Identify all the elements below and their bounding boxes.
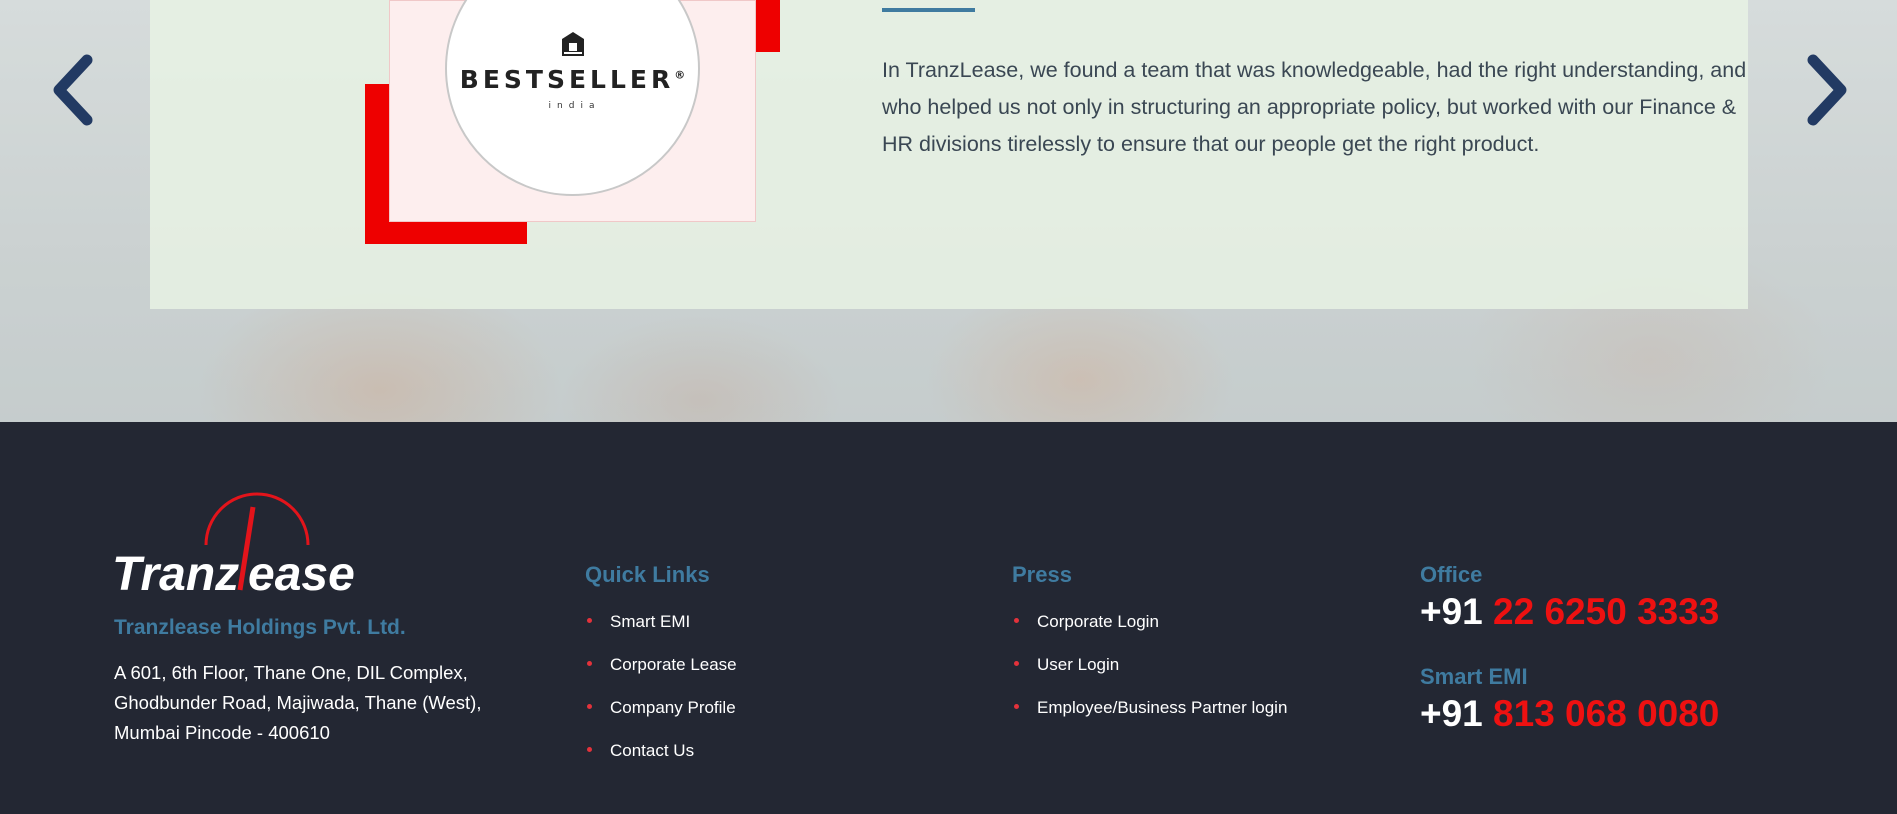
smart-emi-label: Smart EMI (1420, 664, 1528, 689)
quick-links-title: Quick Links (585, 562, 710, 587)
testimonial-quote: In TranzLease, we found a team that was … (882, 58, 1747, 156)
quote-divider (882, 8, 975, 12)
press-link-partner-login[interactable]: Employee/Business Partner login (1012, 698, 1287, 741)
slider-prev-button[interactable] (45, 50, 105, 130)
address-line: Ghodbunder Road, Majiwada, Thane (West), (114, 692, 482, 713)
site-footer: Tranz ease Tranzlease Holdings Pvt. Ltd.… (0, 422, 1897, 814)
svg-text:Tranz: Tranz (112, 548, 239, 597)
press-link-corporate-login[interactable]: Corporate Login (1012, 612, 1287, 655)
client-logo-wordmark: BESTSELLER® (459, 65, 690, 94)
testimonial-slider: BESTSELLER® india In TranzLease, we foun… (0, 0, 1897, 422)
phone-country-code: +91 (1420, 591, 1483, 632)
phone-country-code: +91 (1420, 693, 1483, 734)
company-address: A 601, 6th Floor, Thane One, DIL Complex… (114, 658, 534, 748)
quick-link-contact-us[interactable]: Contact Us (585, 741, 737, 784)
house-icon (562, 32, 584, 56)
phone-number: 22 6250 3333 (1493, 591, 1720, 632)
client-logo-subtext: india (548, 101, 601, 111)
phone-number: 813 068 0080 (1493, 693, 1720, 734)
quick-links-list: Smart EMI Corporate Lease Company Profil… (585, 612, 737, 784)
quick-link-smart-emi[interactable]: Smart EMI (585, 612, 737, 655)
tranzlease-logo[interactable]: Tranz ease (112, 487, 367, 597)
client-logo: BESTSELLER® india (445, 0, 700, 196)
slider-next-button[interactable] (1795, 50, 1855, 130)
office-phone[interactable]: +91 22 6250 3333 (1420, 591, 1719, 633)
svg-text:ease: ease (248, 548, 355, 597)
address-line: A 601, 6th Floor, Thane One, DIL Complex… (114, 662, 468, 683)
quick-link-company-profile[interactable]: Company Profile (585, 698, 737, 741)
address-line: Mumbai Pincode - 400610 (114, 722, 330, 743)
quick-link-corporate-lease[interactable]: Corporate Lease (585, 655, 737, 698)
press-title: Press (1012, 562, 1072, 587)
chevron-right-icon (1807, 54, 1847, 126)
press-link-user-login[interactable]: User Login (1012, 655, 1287, 698)
company-name: Tranzlease Holdings Pvt. Ltd. (114, 616, 406, 639)
smart-emi-phone[interactable]: +91 813 068 0080 (1420, 693, 1719, 735)
office-label: Office (1420, 562, 1483, 587)
testimonial-card: BESTSELLER® india In TranzLease, we foun… (150, 0, 1748, 309)
client-logo-frame: BESTSELLER® india (389, 0, 756, 222)
chevron-left-icon (53, 54, 93, 126)
press-links-list: Corporate Login User Login Employee/Busi… (1012, 612, 1287, 741)
